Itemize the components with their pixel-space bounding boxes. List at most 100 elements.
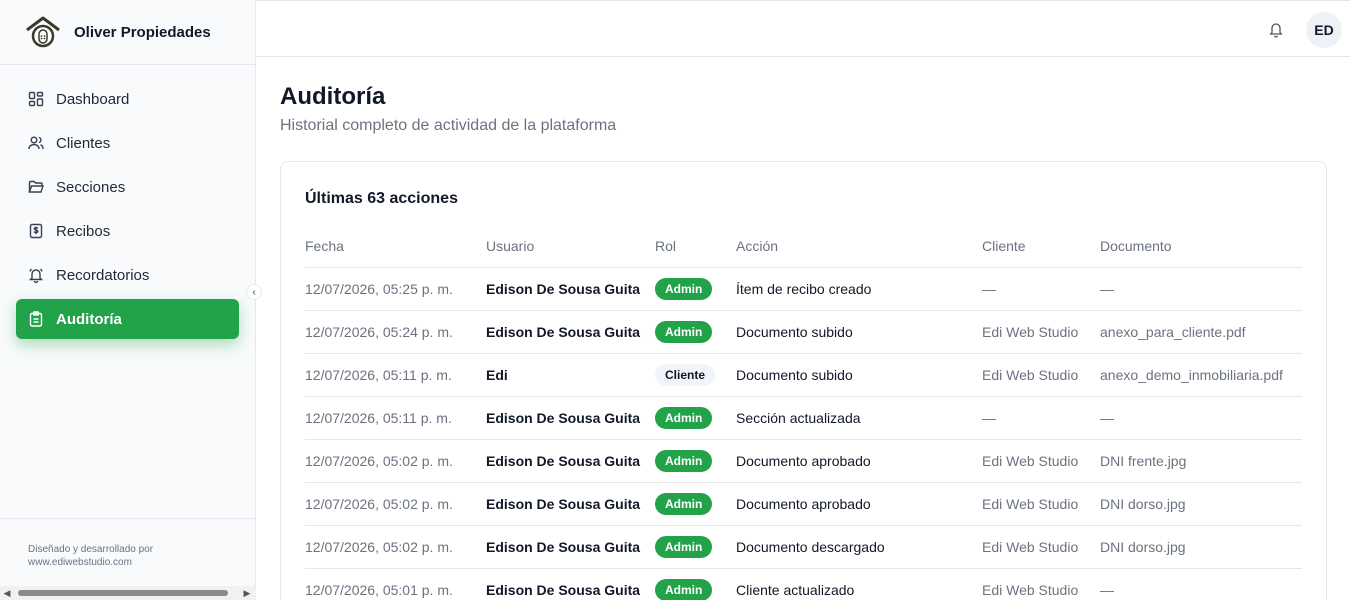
folder-icon — [28, 179, 44, 195]
role-badge: Admin — [655, 492, 713, 515]
cell-documento[interactable]: anexo_demo_inmobiliaria.pdf — [1100, 353, 1302, 397]
cell-rol: Admin — [655, 439, 736, 483]
scroll-left-icon[interactable]: ◀ — [0, 588, 14, 599]
cell-cliente: Edi Web Studio — [982, 525, 1100, 569]
cell-usuario: Edison De Sousa Guita — [486, 396, 655, 440]
sidebar-item-label: Recordatorios — [56, 266, 150, 284]
house-logo-icon — [26, 16, 60, 48]
cell-usuario: Edi — [486, 353, 655, 397]
users-icon — [28, 135, 44, 151]
role-badge: Admin — [655, 277, 713, 300]
cell-documento[interactable]: DNI dorso.jpg — [1100, 482, 1302, 526]
topbar: ED — [256, 0, 1350, 57]
sidebar-item-dashboard[interactable]: Dashboard — [16, 79, 239, 119]
cell-accion: Documento descargado — [736, 525, 982, 569]
table-row[interactable]: 12/07/2026, 05:02 p. m. Edison De Sousa … — [305, 439, 1302, 483]
cell-documento: — — [1100, 396, 1302, 440]
table-row[interactable]: 12/07/2026, 05:25 p. m. Edison De Sousa … — [305, 267, 1302, 311]
cell-rol: Cliente — [655, 353, 736, 397]
sidebar: Oliver Propiedades Dashboard Clientes Se… — [0, 0, 256, 600]
sidebar-item-label: Dashboard — [56, 90, 130, 108]
column-header-usuario[interactable]: Usuario — [486, 225, 655, 268]
sidebar-nav: Dashboard Clientes Secciones Recibos Rec… — [0, 65, 255, 339]
cell-documento: — — [1100, 267, 1302, 311]
cell-rol: Admin — [655, 482, 736, 526]
notification-bell-icon[interactable] — [1268, 21, 1284, 38]
dashboard-icon — [28, 91, 44, 107]
horizontal-scrollbar[interactable]: ◀ ▶ — [0, 586, 256, 600]
cell-cliente: Edi Web Studio — [982, 353, 1100, 397]
page-title: Auditoría — [280, 83, 386, 110]
cell-documento[interactable]: DNI dorso.jpg — [1100, 525, 1302, 569]
footer-link[interactable]: www.ediwebstudio.com — [28, 556, 228, 569]
column-header-accion[interactable]: Acción — [736, 225, 982, 268]
column-header-rol[interactable]: Rol — [655, 225, 736, 268]
table-row[interactable]: 12/07/2026, 05:11 p. m. Edi Cliente Docu… — [305, 353, 1302, 397]
table-row[interactable]: 12/07/2026, 05:01 p. m. Edison De Sousa … — [305, 568, 1302, 600]
table-row[interactable]: 12/07/2026, 05:11 p. m. Edison De Sousa … — [305, 396, 1302, 440]
receipt-icon — [28, 223, 44, 239]
cell-usuario: Edison De Sousa Guita — [486, 482, 655, 526]
clipboard-icon — [28, 311, 44, 327]
sidebar-item-recordatorios[interactable]: Recordatorios — [16, 255, 239, 295]
cell-documento: — — [1100, 568, 1302, 600]
scroll-right-icon[interactable]: ▶ — [240, 588, 254, 599]
column-header-fecha[interactable]: Fecha — [305, 225, 486, 268]
cell-usuario: Edison De Sousa Guita — [486, 568, 655, 600]
role-badge: Admin — [655, 535, 713, 558]
role-badge: Cliente — [655, 363, 716, 386]
cell-documento[interactable]: anexo_para_cliente.pdf — [1100, 310, 1302, 354]
sidebar-item-secciones[interactable]: Secciones — [16, 167, 239, 207]
column-header-cliente[interactable]: Cliente — [982, 225, 1100, 268]
cell-usuario: Edison De Sousa Guita — [486, 310, 655, 354]
cell-fecha: 12/07/2026, 05:02 p. m. — [305, 525, 486, 569]
sidebar-item-label: Secciones — [56, 178, 126, 196]
main-content: Auditoría Historial completo de activida… — [256, 57, 1350, 600]
cell-fecha: 12/07/2026, 05:02 p. m. — [305, 482, 486, 526]
cell-accion: Ítem de recibo creado — [736, 267, 982, 311]
sidebar-item-label: Clientes — [56, 134, 111, 152]
audit-card: Últimas 63 acciones Fecha Usuario Rol Ac… — [280, 161, 1327, 600]
bell-icon — [28, 267, 44, 283]
cell-documento[interactable]: DNI frente.jpg — [1100, 439, 1302, 483]
user-avatar[interactable]: ED — [1306, 12, 1342, 48]
cell-fecha: 12/07/2026, 05:11 p. m. — [305, 396, 486, 440]
role-badge: Admin — [655, 406, 713, 429]
role-badge: Admin — [655, 449, 713, 472]
column-header-documento[interactable]: Documento — [1100, 225, 1302, 268]
cell-usuario: Edison De Sousa Guita — [486, 439, 655, 483]
sidebar-item-auditoria[interactable]: Auditoría — [16, 299, 239, 339]
cell-accion: Documento subido — [736, 310, 982, 354]
brand-name: Oliver Propiedades — [74, 23, 211, 41]
cell-usuario: Edison De Sousa Guita — [486, 525, 655, 569]
audit-table: Fecha Usuario Rol Acción Cliente Documen… — [305, 225, 1302, 600]
cell-rol: Admin — [655, 267, 736, 311]
cell-cliente: Edi Web Studio — [982, 568, 1100, 600]
scrollbar-thumb[interactable] — [18, 590, 228, 596]
cell-rol: Admin — [655, 396, 736, 440]
cell-cliente: Edi Web Studio — [982, 482, 1100, 526]
cell-rol: Admin — [655, 310, 736, 354]
page-subtitle: Historial completo de actividad de la pl… — [280, 117, 617, 134]
sidebar-item-recibos[interactable]: Recibos — [16, 211, 239, 251]
brand[interactable]: Oliver Propiedades — [0, 0, 255, 65]
cell-cliente: — — [982, 267, 1100, 311]
cell-fecha: 12/07/2026, 05:01 p. m. — [305, 568, 486, 600]
sidebar-item-clientes[interactable]: Clientes — [16, 123, 239, 163]
cell-fecha: 12/07/2026, 05:11 p. m. — [305, 353, 486, 397]
table-header-row: Fecha Usuario Rol Acción Cliente Documen… — [305, 225, 1302, 268]
cell-cliente: Edi Web Studio — [982, 439, 1100, 483]
table-row[interactable]: 12/07/2026, 05:02 p. m. Edison De Sousa … — [305, 525, 1302, 569]
cell-usuario: Edison De Sousa Guita — [486, 267, 655, 311]
table-row[interactable]: 12/07/2026, 05:24 p. m. Edison De Sousa … — [305, 310, 1302, 354]
role-badge: Admin — [655, 320, 713, 343]
cell-cliente: — — [982, 396, 1100, 440]
cell-rol: Admin — [655, 568, 736, 600]
cell-accion: Sección actualizada — [736, 396, 982, 440]
cell-accion: Documento aprobado — [736, 439, 982, 483]
table-row[interactable]: 12/07/2026, 05:02 p. m. Edison De Sousa … — [305, 482, 1302, 526]
sidebar-item-label: Auditoría — [56, 310, 122, 328]
cell-accion: Documento subido — [736, 353, 982, 397]
cell-accion: Cliente actualizado — [736, 568, 982, 600]
cell-fecha: 12/07/2026, 05:02 p. m. — [305, 439, 486, 483]
